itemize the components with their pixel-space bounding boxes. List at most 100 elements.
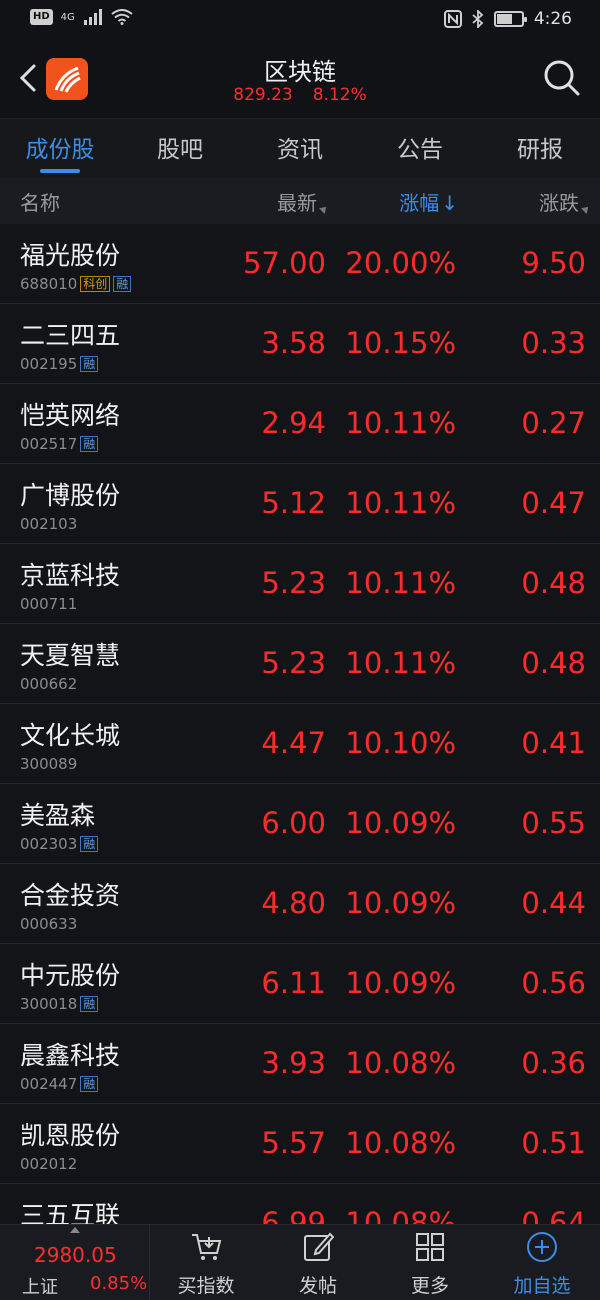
- tab-announcements[interactable]: 公告: [360, 119, 480, 179]
- hd-indicator: HD: [30, 9, 53, 25]
- stock-change-pct: 10.15%: [345, 326, 456, 360]
- edit-icon: [304, 1232, 334, 1261]
- col-pct[interactable]: 涨幅 ↓: [399, 187, 458, 216]
- stock-change-pct: 10.08%: [345, 1126, 456, 1160]
- stock-change: 0.36: [521, 1046, 586, 1080]
- stock-change-pct: 10.09%: [345, 966, 456, 1000]
- expand-up-icon: [70, 1227, 80, 1233]
- stock-name: 晨鑫科技: [20, 1041, 121, 1070]
- table-row[interactable]: 恺英网络 002517 融 2.94 10.11% 0.27: [0, 384, 600, 464]
- table-row[interactable]: 广博股份 002103 5.12 10.11% 0.47: [0, 464, 600, 544]
- table-row[interactable]: 晨鑫科技 002447 融 3.93 10.08% 0.36: [0, 1024, 600, 1104]
- stock-list: 福光股份 688010 科创融 57.00 20.00% 9.50 二三四五 002195 融 3…: [0, 224, 600, 1224]
- bottom-bar: 2980.05 上证 0.85% 买指数 发帖 更多 加自选: [0, 1224, 600, 1300]
- stock-badge: 融: [80, 836, 99, 852]
- stock-badge: 融: [80, 996, 99, 1012]
- stock-code-text: 002517: [20, 435, 78, 453]
- stock-change: 0.47: [521, 486, 586, 520]
- stock-change-pct: 10.11%: [345, 406, 456, 440]
- stock-change: 0.64: [521, 1206, 586, 1224]
- col-name: 名称: [20, 191, 60, 215]
- table-row[interactable]: 凯恩股份 002012 5.57 10.08% 0.51: [0, 1104, 600, 1184]
- market-index-name: 上证: [22, 1277, 58, 1298]
- table-row[interactable]: 中元股份 300018 融 6.11 10.09% 0.56: [0, 944, 600, 1024]
- tab-forum[interactable]: 股吧: [120, 119, 240, 179]
- stock-code: 000711: [20, 595, 77, 613]
- stock-change-pct: 10.08%: [345, 1206, 456, 1224]
- table-row[interactable]: 福光股份 688010 科创融 57.00 20.00% 9.50: [0, 224, 600, 304]
- grid-icon: [416, 1233, 444, 1261]
- tab-news[interactable]: 资讯: [240, 119, 360, 179]
- stock-latest: 6.00: [261, 806, 326, 840]
- market-index[interactable]: 2980.05 上证 0.85%: [0, 1225, 150, 1300]
- table-row[interactable]: 合金投资 000633 4.80 10.09% 0.44: [0, 864, 600, 944]
- col-pct-label: 涨幅: [399, 191, 440, 215]
- stock-change-pct: 10.11%: [345, 486, 456, 520]
- add-watchlist-button[interactable]: 加自选: [486, 1225, 598, 1300]
- stock-latest: 2.94: [261, 406, 326, 440]
- status-right: 4:26: [443, 9, 572, 29]
- market-index-value: 2980.05: [34, 1243, 117, 1267]
- sort-icon: [319, 204, 329, 214]
- add-circle-icon: [527, 1232, 557, 1262]
- wifi-icon: [111, 9, 133, 25]
- search-icon: [544, 60, 580, 96]
- stock-code: 002447 融: [20, 1075, 99, 1093]
- tab-research[interactable]: 研报: [480, 119, 600, 179]
- table-row[interactable]: 美盈森 002303 融 6.00 10.09% 0.55: [0, 784, 600, 864]
- stock-code-text: 000711: [20, 595, 78, 613]
- status-left: HD 4G: [30, 9, 133, 25]
- signal-icon: [83, 9, 102, 25]
- buy-index-button[interactable]: 买指数: [150, 1225, 262, 1300]
- stock-change: 0.41: [521, 726, 586, 760]
- header: 区块链 829.23 8.12%: [0, 40, 600, 118]
- stock-name: 天夏智慧: [20, 641, 121, 670]
- stock-code-text: 000662: [20, 675, 78, 693]
- cart-icon: [192, 1234, 222, 1260]
- stock-change-pct: 10.09%: [345, 806, 456, 840]
- stock-latest: 6.99: [261, 1206, 326, 1224]
- post-button[interactable]: 发帖: [262, 1225, 374, 1300]
- status-bar: HD 4G 4:26: [0, 0, 600, 40]
- stock-code: 002195 融: [20, 355, 99, 373]
- index-summary: 829.23 8.12%: [0, 85, 600, 105]
- stock-badge: 融: [113, 276, 132, 292]
- col-latest[interactable]: 最新: [277, 187, 329, 216]
- more-label: 更多: [410, 1275, 449, 1297]
- col-chg[interactable]: 涨跌: [539, 187, 591, 216]
- table-row[interactable]: 天夏智慧 000662 5.23 10.11% 0.48: [0, 624, 600, 704]
- stock-change-pct: 10.09%: [345, 886, 456, 920]
- stock-code: 000662: [20, 675, 77, 693]
- table-row[interactable]: 三五互联 6.99 10.08% 0.64: [0, 1184, 600, 1224]
- stock-change: 0.33: [521, 326, 586, 360]
- page-title: 区块链: [264, 58, 336, 86]
- sector-index-pct: 8.12%: [312, 85, 367, 105]
- stock-code-text: 000633: [20, 915, 78, 933]
- stock-change-pct: 10.08%: [345, 1046, 456, 1080]
- clock: 4:26: [533, 9, 572, 29]
- table-row[interactable]: 京蓝科技 000711 5.23 10.11% 0.48: [0, 544, 600, 624]
- search-button[interactable]: [542, 58, 582, 98]
- table-row[interactable]: 文化长城 300089 4.47 10.10% 0.41: [0, 704, 600, 784]
- stock-name: 福光股份: [20, 241, 121, 270]
- stock-badge: 科创: [80, 276, 111, 292]
- stock-code: 002303 融: [20, 835, 99, 853]
- tab-constituents[interactable]: 成份股: [0, 119, 120, 179]
- stock-change-pct: 10.11%: [345, 566, 456, 600]
- bluetooth-icon: [472, 10, 484, 28]
- stock-code-text: 300018: [20, 995, 78, 1013]
- table-row[interactable]: 二三四五 002195 融 3.58 10.15% 0.33: [0, 304, 600, 384]
- stock-code-text: 002303: [20, 835, 78, 853]
- stock-code: 002517 融: [20, 435, 99, 453]
- more-button[interactable]: 更多: [374, 1225, 486, 1300]
- col-latest-label: 最新: [277, 191, 317, 215]
- tab-bar: 成份股 股吧 资讯 公告 研报: [0, 118, 600, 178]
- stock-change-pct: 10.10%: [345, 726, 456, 760]
- stock-code-text: 002195: [20, 355, 78, 373]
- market-index-pct: 0.85%: [90, 1273, 148, 1294]
- battery-icon: [493, 11, 527, 27]
- stock-name: 合金投资: [20, 881, 121, 910]
- stock-latest: 6.11: [261, 966, 326, 1000]
- stock-latest: 5.57: [261, 1126, 326, 1160]
- stock-code-text: 688010: [20, 275, 78, 293]
